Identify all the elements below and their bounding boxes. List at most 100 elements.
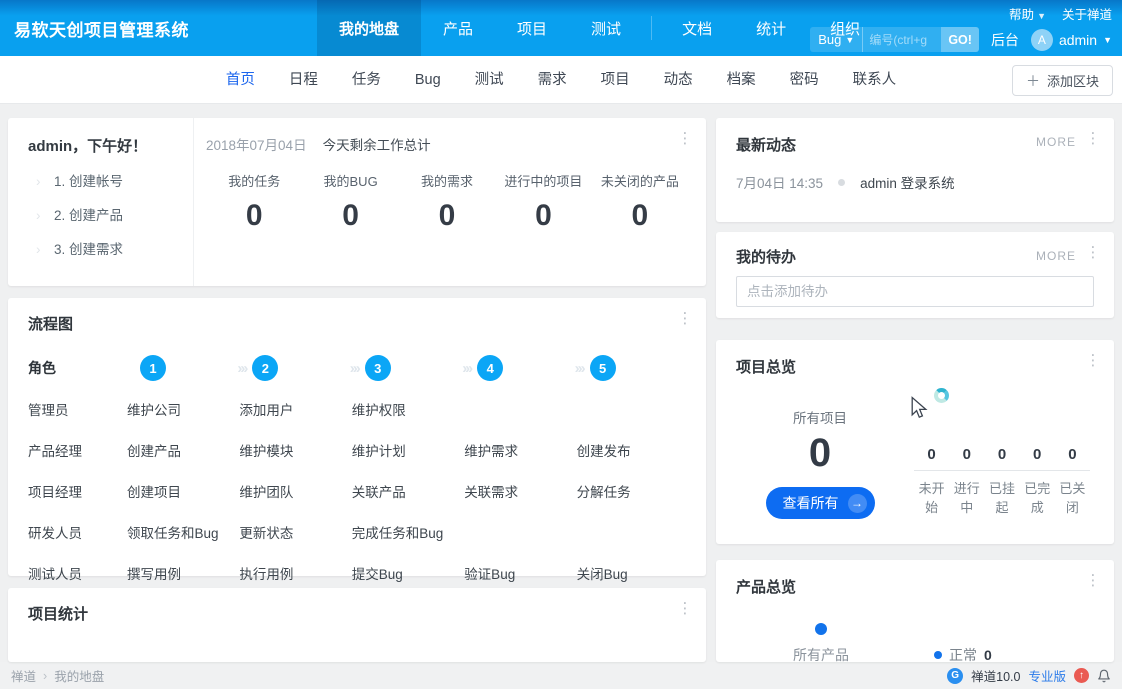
welcome-card: admin，下午好！ › 1. 创建帐号 › 2. 创建产品 › 3. 创建需求…	[8, 118, 706, 286]
card-title: 项目总览	[736, 356, 1094, 377]
tab-contacts[interactable]: 联系人	[836, 56, 914, 104]
topnav-project[interactable]: 项目	[495, 0, 569, 56]
guide-step-create-story[interactable]: › 3. 创建需求	[28, 233, 193, 267]
role-header: 角色	[28, 358, 124, 378]
flow-cell: 领取任务和Bug	[124, 511, 236, 552]
topnav-report[interactable]: 统计	[734, 0, 808, 56]
bell-icon[interactable]	[1097, 669, 1111, 683]
kebab-menu-icon[interactable]: ⋮	[677, 601, 693, 618]
topnav-product[interactable]: 产品	[421, 0, 495, 56]
flowchart-card: 流程图 ⋮ 角色 1 ››› 2 ››› 3 ››› 4 ›››	[8, 298, 706, 576]
global-search: Bug▼ GO!	[810, 27, 979, 52]
flow-cell: 维护公司	[124, 388, 236, 429]
flow-cell: 完成任务和Bug	[349, 511, 461, 552]
tab-home[interactable]: 首页	[209, 56, 272, 104]
chevron-down-icon: ▼	[845, 35, 854, 45]
legend-value: 0	[984, 647, 992, 662]
plus-icon: ＋	[1026, 71, 1040, 91]
flow-cell: 验证Bug	[461, 552, 573, 593]
stat-value-suspended: 0	[984, 446, 1019, 470]
kebab-menu-icon[interactable]: ⋮	[677, 131, 693, 148]
subnav-items: 首页 日程 任务 Bug 测试 需求 项目 动态 档案 密码 联系人	[209, 56, 913, 104]
stat-label-wait: 未开始	[914, 471, 949, 516]
chevron-right-icon: ›	[36, 165, 41, 199]
kebab-menu-icon[interactable]: ⋮	[1085, 353, 1101, 370]
tab-calendar[interactable]: 日程	[272, 56, 335, 104]
stat-label-doing: 进行中	[949, 471, 984, 516]
guide-step-create-product[interactable]: › 2. 创建产品	[28, 199, 193, 233]
latest-activity-card: 最新动态 MORE ⋮ 7月04日 14:35 admin 登录系统	[716, 118, 1114, 222]
tab-dynamic[interactable]: 动态	[647, 56, 710, 104]
all-products-label: 所有产品	[736, 645, 906, 662]
tab-story[interactable]: 需求	[521, 56, 584, 104]
stat-open-products: 未关闭的产品 0	[592, 171, 688, 233]
flow-step-1: 1 ›››	[124, 348, 236, 388]
app-logo: 易软天创项目管理系统	[0, 0, 189, 56]
about-link[interactable]: 关于禅道	[1062, 4, 1112, 23]
flow-role: 产品经理	[28, 429, 124, 470]
topnav-my-zone[interactable]: 我的地盘	[317, 0, 421, 56]
edition-link[interactable]: 专业版	[1028, 666, 1066, 685]
flow-step-3: 3 ›››	[349, 348, 461, 388]
add-block-button[interactable]: ＋ 添加区块	[1012, 65, 1113, 96]
tab-password[interactable]: 密码	[773, 56, 836, 104]
loading-spinner-icon	[934, 388, 949, 403]
flow-role: 研发人员	[28, 511, 124, 552]
greeting: admin，下午好！	[28, 135, 193, 156]
flow-role: 管理员	[28, 388, 124, 429]
today-date: 2018年07月04日	[206, 134, 307, 154]
tab-profile[interactable]: 档案	[710, 56, 773, 104]
left-column: admin，下午好！ › 1. 创建帐号 › 2. 创建产品 › 3. 创建需求…	[8, 118, 706, 662]
kebab-menu-icon[interactable]: ⋮	[1085, 131, 1101, 148]
more-link[interactable]: MORE	[1036, 249, 1076, 263]
more-link[interactable]: MORE	[1036, 135, 1076, 149]
stat-my-stories: 我的需求 0	[399, 171, 495, 233]
topnav-test[interactable]: 测试	[569, 0, 643, 56]
guide-step-create-account[interactable]: › 1. 创建帐号	[28, 165, 193, 199]
tab-project[interactable]: 项目	[584, 56, 647, 104]
view-all-button[interactable]: 查看所有 →	[766, 487, 875, 519]
tab-bug[interactable]: Bug	[398, 56, 458, 104]
dashboard: admin，下午好！ › 1. 创建帐号 › 2. 创建产品 › 3. 创建需求…	[0, 104, 1122, 662]
chevron-right-icon: ›	[43, 669, 47, 683]
kebab-menu-icon[interactable]: ⋮	[1085, 573, 1101, 590]
flow-step-5: 5	[574, 348, 686, 388]
sub-nav: 首页 日程 任务 Bug 测试 需求 项目 动态 档案 密码 联系人 ＋ 添加区…	[0, 56, 1122, 104]
tab-test[interactable]: 测试	[458, 56, 521, 104]
flow-cell: 关闭Bug	[574, 552, 686, 593]
stat-my-bugs: 我的BUG 0	[302, 171, 398, 233]
help-menu[interactable]: 帮助▼	[1009, 4, 1046, 23]
activity-item[interactable]: 7月04日 14:35 admin 登录系统	[736, 172, 1094, 192]
header-right: 帮助▼ 关于禅道 Bug▼ GO! 后台 A admin ▼	[810, 4, 1112, 52]
search-go-button[interactable]: GO!	[941, 27, 979, 52]
add-todo-input[interactable]	[736, 276, 1094, 307]
flow-grid: 角色 1 ››› 2 ››› 3 ››› 4 ››› 5	[28, 348, 686, 593]
welcome-stats: 我的任务 0 我的BUG 0 我的需求 0 进行中的项目 0	[206, 171, 688, 233]
user-menu[interactable]: A admin ▼	[1031, 29, 1112, 51]
flow-cell: 关联产品	[349, 470, 461, 511]
tab-task[interactable]: 任务	[335, 56, 398, 104]
flow-step-4: 4 ›››	[461, 348, 573, 388]
kebab-menu-icon[interactable]: ⋮	[1085, 245, 1101, 262]
stat-my-tasks: 我的任务 0	[206, 171, 302, 233]
legend-dot-icon	[934, 651, 942, 659]
mouse-pointer	[905, 388, 949, 430]
flow-cell	[574, 388, 686, 429]
stat-value-closed: 0	[1055, 446, 1090, 470]
footer: 禅道 › 我的地盘 G 禅道10.0 专业版 ↑	[0, 662, 1122, 689]
stat-label-done: 已完成	[1020, 471, 1055, 516]
search-input[interactable]	[863, 27, 941, 52]
backend-link[interactable]: 后台	[991, 30, 1019, 50]
breadcrumb-current[interactable]: 我的地盘	[54, 666, 104, 685]
flow-cell: 分解任务	[574, 470, 686, 511]
kebab-menu-icon[interactable]: ⋮	[677, 311, 693, 328]
breadcrumb-root[interactable]: 禅道	[11, 666, 36, 685]
card-title: 项目统计	[28, 603, 686, 624]
search-type-select[interactable]: Bug▼	[810, 27, 863, 52]
zentao-logo-icon: G	[947, 668, 963, 684]
upgrade-arrow-icon[interactable]: ↑	[1074, 668, 1089, 683]
step-circle: 2	[252, 355, 278, 381]
stat-label-closed: 已关闭	[1055, 471, 1090, 516]
flow-cell	[461, 388, 573, 429]
topnav-doc[interactable]: 文档	[660, 0, 734, 56]
